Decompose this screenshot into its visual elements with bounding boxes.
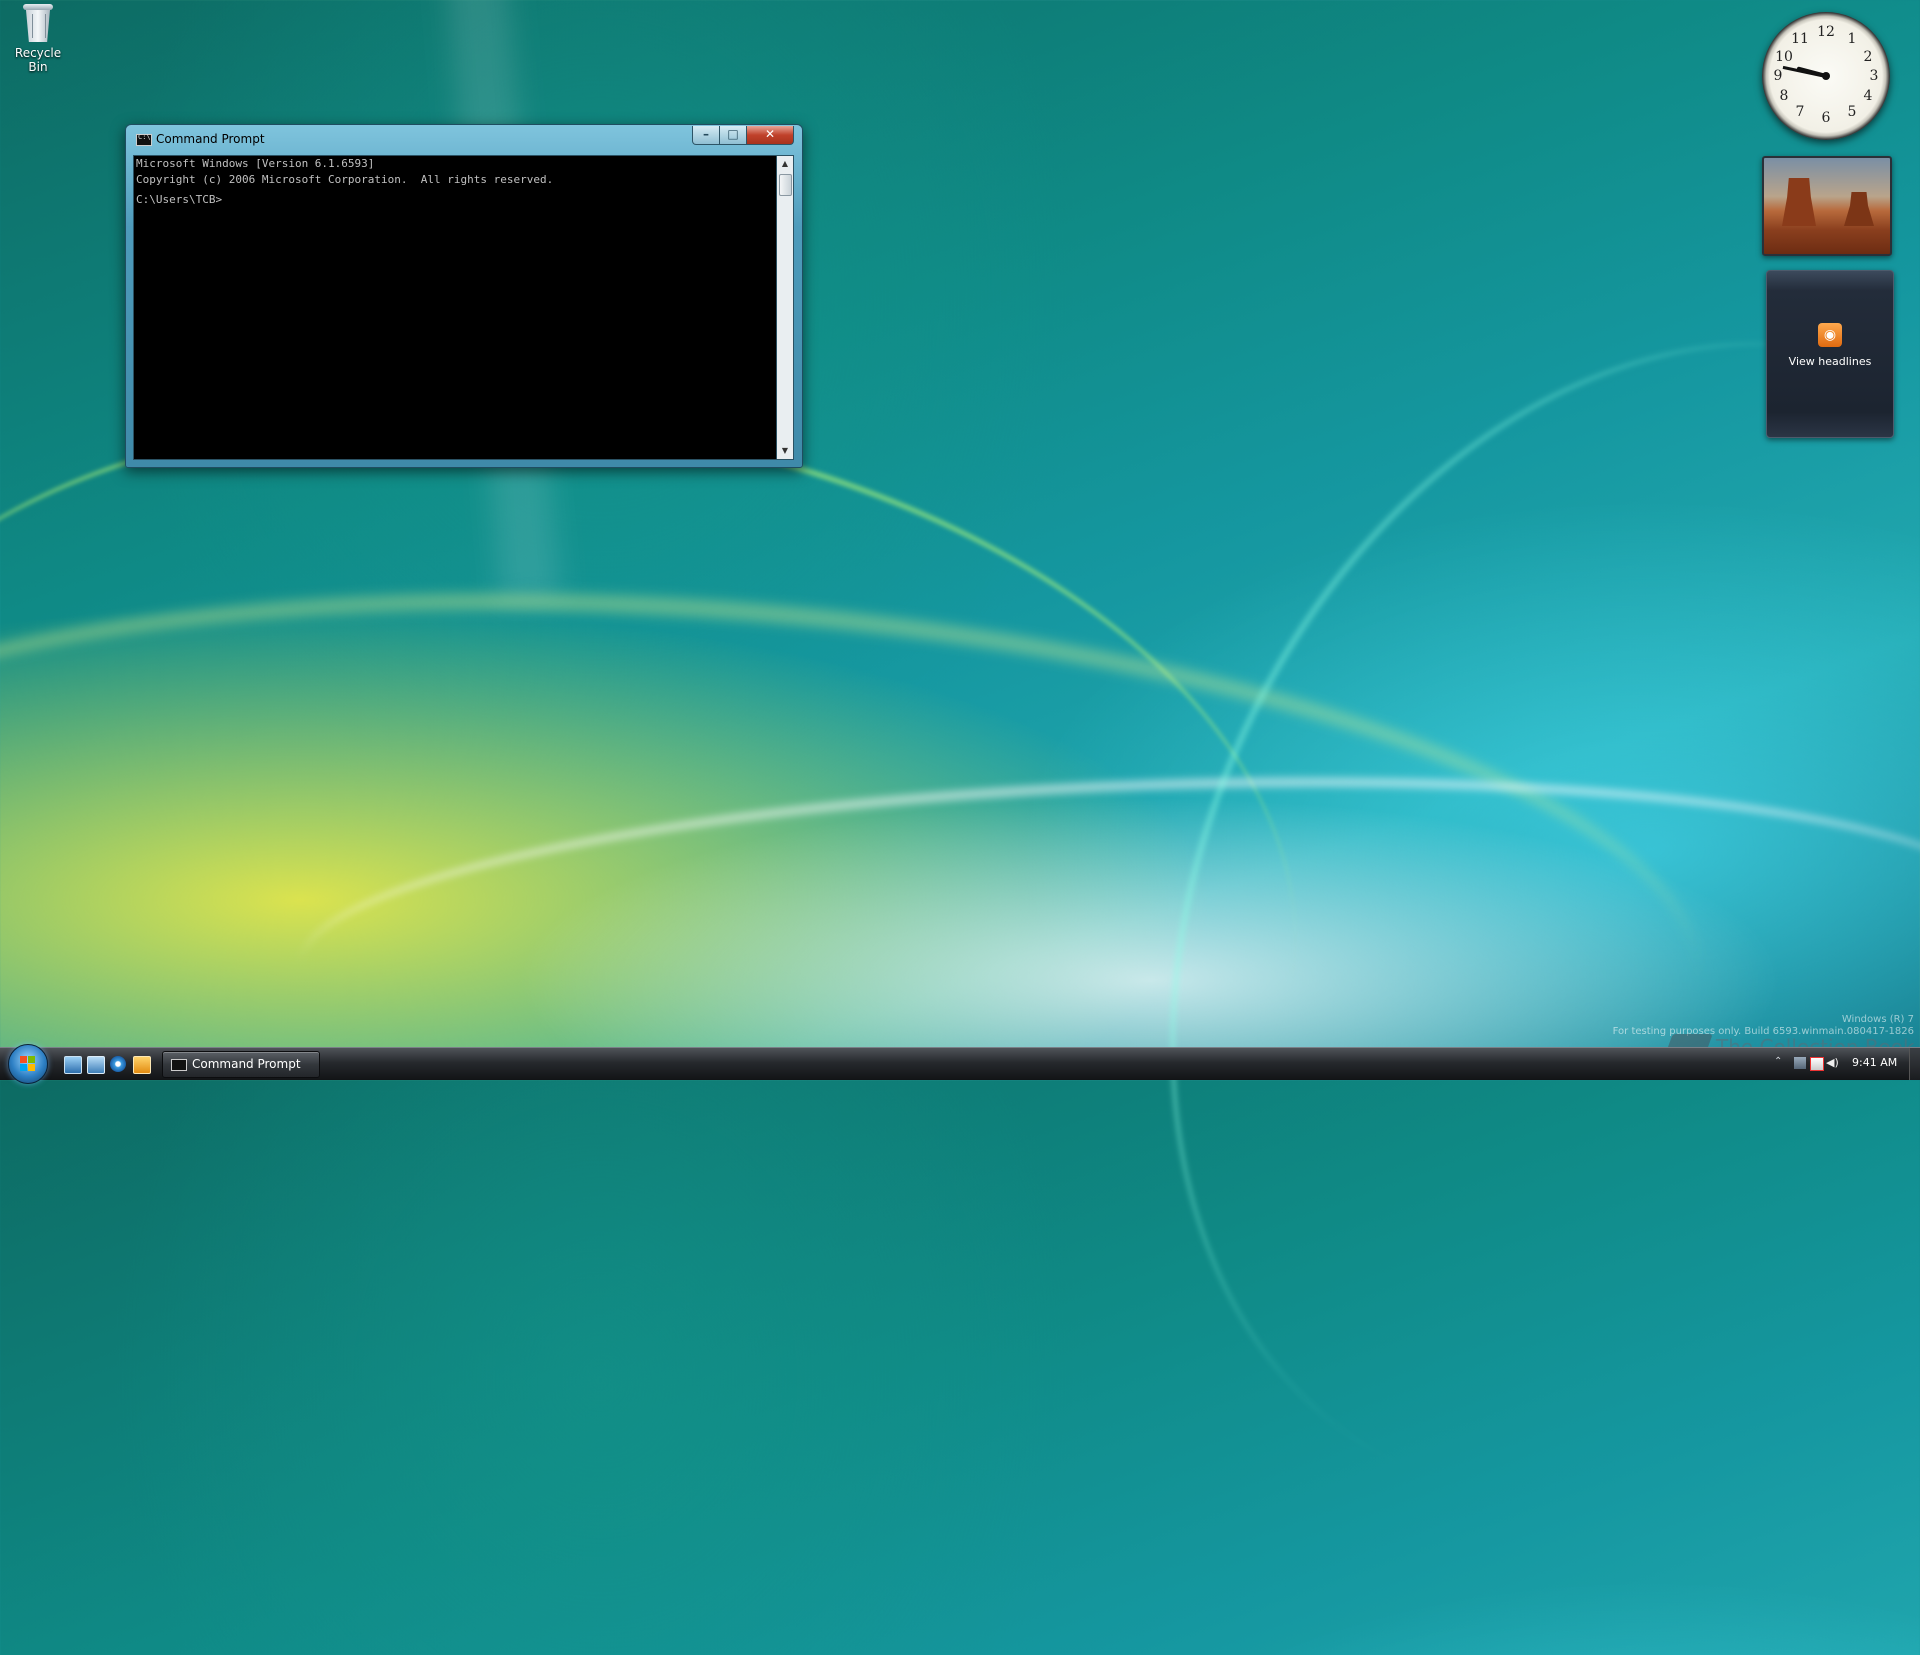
- clock-number: 10: [1775, 49, 1793, 65]
- console-line: Microsoft Windows [Version 6.1.6593]: [136, 157, 375, 170]
- minimize-button[interactable]: –: [692, 126, 720, 145]
- clock-number: 1: [1847, 31, 1857, 47]
- command-prompt-icon: [171, 1059, 187, 1071]
- clock-number: 9: [1773, 68, 1783, 84]
- close-icon: ✕: [764, 127, 776, 141]
- start-button[interactable]: [8, 1044, 48, 1084]
- console-prompt[interactable]: C:\Users\TCB>: [134, 192, 777, 208]
- scroll-up-icon[interactable]: ▲: [777, 156, 793, 172]
- command-prompt-window[interactable]: Command Prompt – □ ✕ Microsoft Windows […: [125, 124, 803, 468]
- scroll-down-icon[interactable]: ▼: [777, 443, 793, 459]
- clock-number: 5: [1847, 104, 1857, 120]
- clock-number: 4: [1863, 88, 1873, 104]
- taskbar: Command Prompt ⌃ ◀) 9:41 AM: [0, 1044, 1920, 1084]
- maximize-button[interactable]: □: [719, 126, 747, 145]
- wallpaper-streak: [0, 320, 1356, 1426]
- rss-icon: ◉: [1818, 323, 1842, 347]
- feed-headlines-gadget[interactable]: ◉ View headlines: [1766, 270, 1894, 438]
- taskbar-clock[interactable]: 9:41 AM: [1852, 1056, 1897, 1069]
- taskbar-button-command-prompt[interactable]: Command Prompt: [162, 1051, 320, 1078]
- switch-windows-icon[interactable]: [87, 1056, 105, 1074]
- command-prompt-icon[interactable]: [136, 133, 152, 146]
- scroll-thumb[interactable]: [779, 174, 792, 196]
- console-line: Copyright (c) 2006 Microsoft Corporation…: [136, 173, 554, 186]
- action-center-flag-icon[interactable]: [1810, 1057, 1824, 1071]
- show-hidden-icons-icon[interactable]: ⌃: [1774, 1056, 1782, 1067]
- wallpaper-streak: [0, 530, 1720, 1288]
- network-icon[interactable]: [1794, 1057, 1806, 1069]
- clock-number: 11: [1791, 31, 1809, 47]
- window-title: Command Prompt: [156, 132, 265, 146]
- recycle-bin-icon: [23, 2, 53, 42]
- recycle-bin-desktop-icon[interactable]: Recycle Bin: [4, 2, 72, 74]
- minimize-icon: –: [703, 127, 709, 141]
- clock-number: 8: [1779, 88, 1789, 104]
- watermark-os: Windows (R) 7: [1841, 1014, 1914, 1025]
- taskbar-button-label: Command Prompt: [192, 1057, 301, 1071]
- clock-number: 6: [1821, 110, 1831, 126]
- desert-photo-butte: [1844, 192, 1874, 226]
- console-output[interactable]: Microsoft Windows [Version 6.1.6593] Cop…: [133, 155, 778, 460]
- show-desktop-icon[interactable]: [64, 1056, 82, 1074]
- close-button[interactable]: ✕: [746, 126, 794, 145]
- notification-area: ⌃ ◀) 9:41 AM: [1770, 1048, 1920, 1080]
- clock-number: 3: [1869, 68, 1879, 84]
- windows-logo-icon: [20, 1056, 36, 1072]
- clock-number: 12: [1817, 24, 1835, 40]
- title-bar[interactable]: Command Prompt – □ ✕: [126, 125, 802, 153]
- clock-center-pin: [1822, 72, 1830, 80]
- recycle-bin-label: Recycle Bin: [14, 46, 62, 74]
- clock-number: 2: [1863, 49, 1873, 65]
- clock-gadget[interactable]: 12 1 2 3 4 5 6 7 8 9 10 11: [1762, 12, 1890, 140]
- clock-number: 7: [1795, 104, 1805, 120]
- internet-explorer-icon[interactable]: [110, 1056, 126, 1072]
- view-headlines-link[interactable]: View headlines: [1767, 355, 1893, 368]
- media-player-icon[interactable]: [133, 1056, 151, 1074]
- vertical-scrollbar[interactable]: ▲ ▼: [776, 155, 794, 460]
- desert-photo: [1782, 178, 1816, 226]
- volume-icon[interactable]: ◀): [1826, 1057, 1839, 1069]
- slideshow-gadget[interactable]: [1762, 156, 1892, 256]
- maximize-icon: □: [727, 127, 739, 141]
- show-desktop-button[interactable]: [1909, 1048, 1920, 1080]
